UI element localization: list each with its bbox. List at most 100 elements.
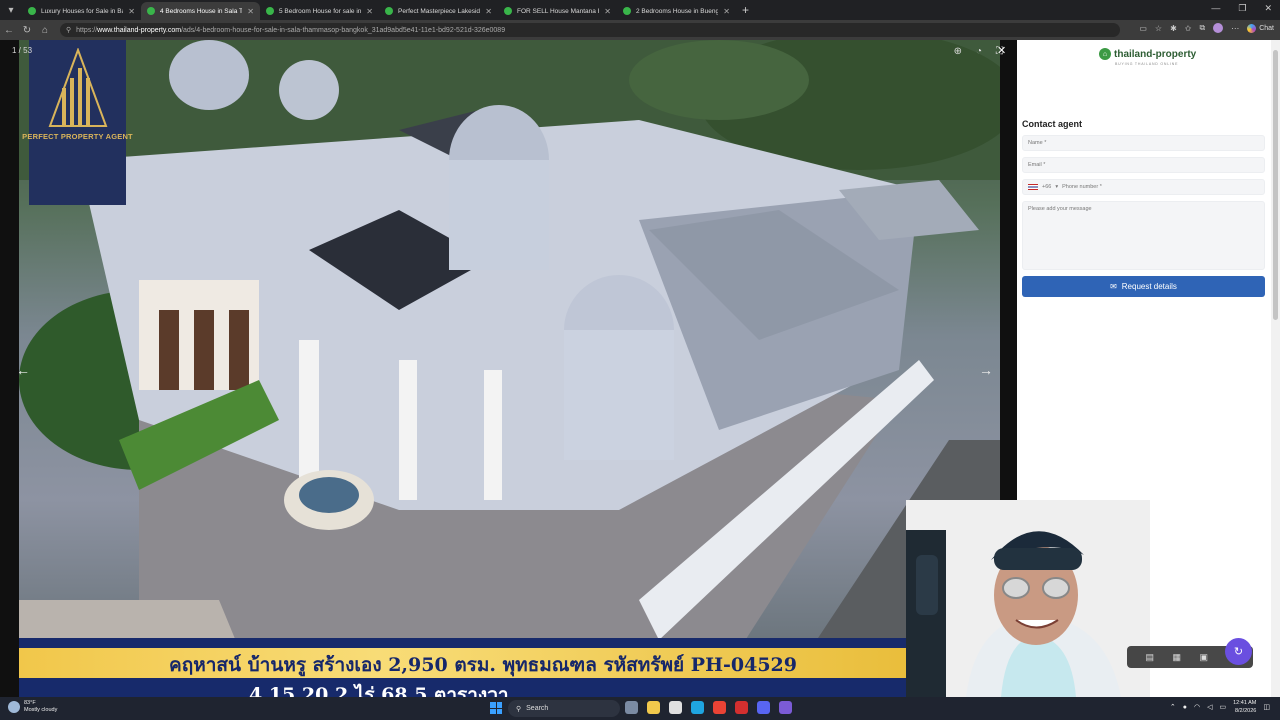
- phone-field[interactable]: +66 ▾ Phone number *: [1022, 179, 1265, 195]
- thailand-flag-icon[interactable]: [1028, 184, 1038, 190]
- logo-tagline: BUYING THAILAND ONLINE: [1115, 62, 1179, 66]
- wifi-icon[interactable]: ◠: [1194, 703, 1200, 711]
- close-tab-icon[interactable]: ✕: [485, 7, 492, 16]
- name-field[interactable]: Name *: [1022, 135, 1265, 151]
- favorites-icon[interactable]: ✩: [1185, 24, 1192, 33]
- envelope-icon: ✉: [1110, 282, 1117, 291]
- agent-logo-mark-icon: [48, 48, 107, 127]
- url-prefix: https://: [76, 26, 98, 34]
- email-placeholder: Email *: [1028, 162, 1046, 168]
- windows-taskbar: 83°F Mostly cloudy ⚲ Search ⌃ ● ◠ ◁ ▭ 12…: [0, 697, 1280, 720]
- collections-icon[interactable]: ⧉: [1199, 23, 1205, 33]
- next-photo-arrow-icon[interactable]: →: [979, 362, 993, 378]
- tray-app-icon[interactable]: ●: [1183, 704, 1187, 711]
- weather-condition: Mostly cloudy: [24, 707, 58, 713]
- message-field[interactable]: Please add your message: [1022, 201, 1265, 270]
- taskbar-search[interactable]: ⚲ Search: [508, 700, 620, 717]
- edge-icon[interactable]: [691, 701, 704, 714]
- tab-5-bedroom-house[interactable]: 5 Bedroom House for sale in Khlo ✕: [260, 2, 379, 20]
- close-tab-icon[interactable]: ✕: [247, 7, 254, 16]
- site-favicon-icon: [623, 7, 631, 15]
- floating-action-button[interactable]: ↻: [1225, 638, 1252, 665]
- tab-label: 5 Bedroom House for sale in Khlo: [279, 7, 362, 15]
- close-tab-icon[interactable]: ✕: [604, 7, 611, 16]
- more-menu-icon[interactable]: ⋯: [1231, 24, 1239, 33]
- notifications-icon[interactable]: ◫: [1263, 703, 1270, 711]
- site-info-icon[interactable]: ⚲: [66, 26, 71, 34]
- volume-icon[interactable]: ◁: [1207, 703, 1212, 711]
- url-host: www.thailand-property.com: [97, 26, 182, 34]
- show-hidden-icons-icon[interactable]: ⌃: [1170, 703, 1176, 711]
- tab-2-bedrooms-house[interactable]: 2 Bedrooms House in Bueng Nam ✕: [617, 2, 736, 20]
- clock-date: 8/2/2026: [1234, 708, 1257, 714]
- banner-title: คฤหาสน์ บ้านหรู สร้างเอง 2,950 ตรม. พุทธ…: [169, 654, 798, 676]
- cloud-icon: [8, 701, 20, 713]
- country-dropdown-icon[interactable]: ▾: [1055, 184, 1058, 190]
- tab-perfect-masterpiece[interactable]: Perfect Masterpiece Lakeside Ran ✕: [379, 2, 498, 20]
- chatgpt-icon[interactable]: [669, 701, 682, 714]
- close-tab-icon[interactable]: ✕: [366, 7, 373, 16]
- tab-4-bedrooms-house[interactable]: 4 Bedrooms House in Sala Thamm ✕: [141, 2, 260, 20]
- thailand-property-logo[interactable]: ⌂ thailand-property BUYING THAILAND ONLI…: [1099, 48, 1197, 66]
- new-tab-icon[interactable]: +: [742, 3, 749, 17]
- contact-agent-heading: Contact agent: [1022, 119, 1083, 129]
- close-window-icon[interactable]: ✕: [1264, 3, 1272, 14]
- search-icon: ⚲: [516, 705, 522, 713]
- extensions-icon[interactable]: ✱: [1170, 24, 1177, 33]
- site-favicon-icon: [385, 7, 393, 15]
- agent-logo-badge: PERFECT PROPERTY AGENT: [22, 40, 133, 205]
- tab-luxury-houses[interactable]: Luxury Houses for Sale in Bangkok ✕: [22, 2, 141, 20]
- page-scrollbar[interactable]: [1271, 40, 1280, 697]
- streamer-figure-illustration: [906, 500, 1150, 697]
- scrollbar-thumb[interactable]: [1273, 50, 1278, 320]
- tab-label: 4 Bedrooms House in Sala Thamm: [160, 7, 243, 15]
- tab-label: 2 Bedrooms House in Bueng Nam: [636, 7, 719, 15]
- close-tab-icon[interactable]: ✕: [128, 7, 135, 16]
- battery-icon[interactable]: ▭: [1220, 703, 1227, 711]
- photo-counter: 1 / 53: [12, 46, 33, 55]
- tab-label: Luxury Houses for Sale in Bangkok: [41, 7, 123, 15]
- maximize-icon[interactable]: ❐: [1238, 3, 1246, 14]
- message-placeholder: Please add your message: [1028, 206, 1092, 212]
- visual-studio-icon[interactable]: [779, 701, 792, 714]
- home-icon[interactable]: ⌂: [36, 25, 54, 36]
- logo-name: thailand-property: [1114, 48, 1197, 60]
- task-view-icon[interactable]: [625, 701, 638, 714]
- email-field[interactable]: Email *: [1022, 157, 1265, 173]
- url-path: /ads/4-bedroom-house-for-sale-in-sala-th…: [181, 26, 506, 34]
- minimize-icon[interactable]: —: [1211, 3, 1220, 14]
- listing-banner: คฤหาสน์ บ้านหรู สร้างเอง 2,950 ตรม. พุทธ…: [19, 638, 919, 697]
- tab-list-icon[interactable]: ▾: [0, 0, 22, 20]
- reload-icon[interactable]: ↻: [18, 25, 36, 36]
- copilot-icon: [1247, 23, 1257, 33]
- streamer-webcam-overlay: [906, 500, 1150, 697]
- toolbar-button-3-icon[interactable]: ▣: [1199, 652, 1208, 663]
- windows-start-icon[interactable]: [490, 702, 502, 714]
- toolbar-button-2-icon[interactable]: ▦: [1172, 652, 1181, 663]
- bookmark-star-icon[interactable]: ☆: [1155, 24, 1162, 33]
- site-favicon-icon: [266, 7, 274, 15]
- video-app-icon[interactable]: [735, 701, 748, 714]
- system-clock[interactable]: 12:41 AM 8/2/2026: [1233, 699, 1256, 715]
- zoom-icon[interactable]: ⊕: [954, 46, 962, 57]
- chat-label: Chat: [1259, 24, 1274, 32]
- install-app-icon[interactable]: ▭: [1139, 24, 1147, 33]
- weather-widget[interactable]: 83°F Mostly cloudy: [8, 700, 57, 714]
- chat-button[interactable]: Chat: [1247, 23, 1274, 33]
- thailand-property-logo-icon: ⌂: [1099, 48, 1111, 60]
- chrome-icon[interactable]: [713, 701, 726, 714]
- file-explorer-icon[interactable]: [647, 701, 660, 714]
- toolbar-button-1-icon[interactable]: ▤: [1145, 652, 1154, 663]
- profile-avatar[interactable]: [1213, 23, 1224, 33]
- request-details-button[interactable]: ✉ Request details: [1022, 276, 1265, 297]
- discord-icon[interactable]: [757, 701, 770, 714]
- request-details-label: Request details: [1121, 282, 1177, 291]
- url-field[interactable]: ⚲ https://www.thailand-property.com/ads/…: [60, 23, 1120, 37]
- previous-photo-arrow-icon[interactable]: ←: [16, 362, 30, 378]
- close-tab-icon[interactable]: ✕: [723, 7, 730, 16]
- country-code[interactable]: +66: [1042, 184, 1051, 190]
- back-icon[interactable]: ←: [0, 25, 18, 36]
- close-gallery-icon[interactable]: ✕: [997, 44, 1006, 57]
- slideshow-icon[interactable]: ◔: [976, 46, 982, 57]
- tab-for-sell-mantana[interactable]: FOR SELL House Mantana Rangsit ✕: [498, 2, 617, 20]
